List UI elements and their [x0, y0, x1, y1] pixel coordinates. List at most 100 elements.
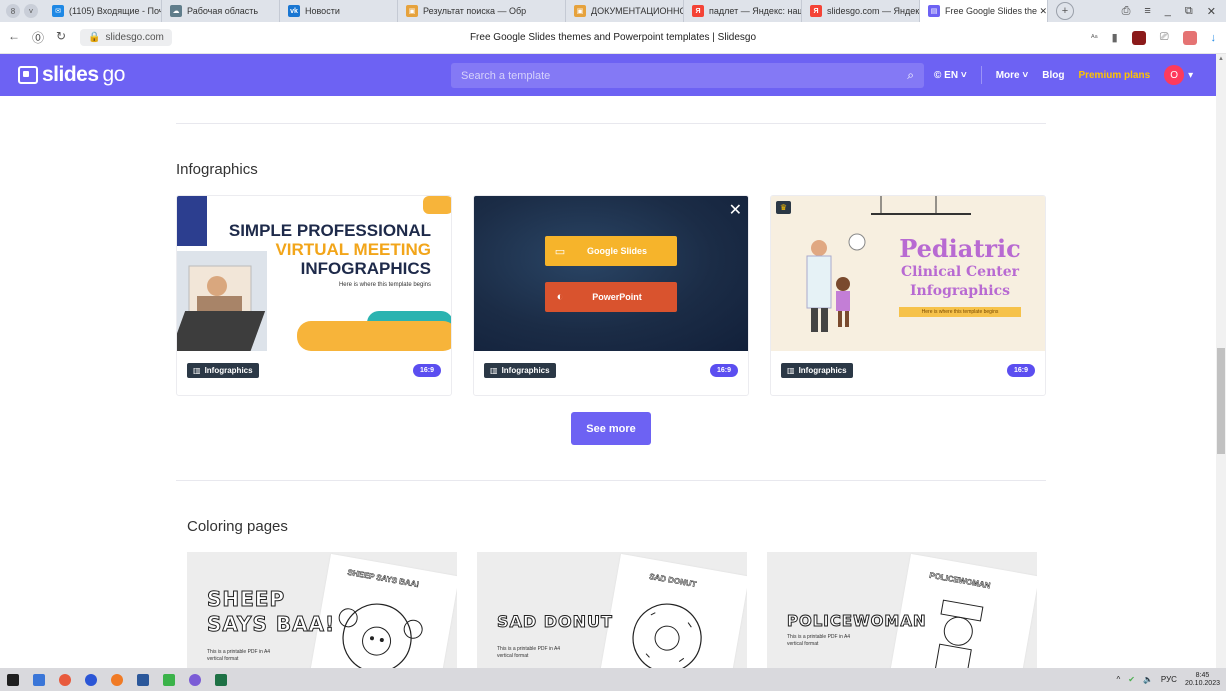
more-menu[interactable]: More ˅ [996, 70, 1029, 81]
url-text: slidesgo.com [105, 32, 164, 43]
category-badge[interactable]: ▥ Infographics [781, 363, 853, 378]
reload-icon[interactable]: ↻ [56, 29, 66, 46]
translate-icon[interactable]: ᴬᵃ [1091, 33, 1098, 42]
page-scrollbar[interactable]: ▲ [1216, 54, 1226, 668]
google-slides-button[interactable]: ▭ Google Slides [545, 236, 677, 266]
system-clock[interactable]: 8:45 20.10.2023 [1185, 672, 1220, 687]
language-selector[interactable]: © EN ˅ [934, 70, 967, 81]
browser-tab[interactable]: Япадлет — Яндекс: нашл [684, 0, 802, 22]
search-icon[interactable]: ⌕ [907, 68, 914, 83]
minimize-icon[interactable]: _ [1165, 5, 1171, 18]
extension-icon[interactable] [1131, 30, 1146, 45]
browser-tab[interactable]: ☁ Рабочая область [162, 0, 280, 22]
policewoman-drawing [932, 599, 984, 668]
chrome-icon [59, 673, 71, 686]
user-menu[interactable]: O ▾ [1164, 65, 1193, 85]
network-icon[interactable]: ✔ [1128, 675, 1135, 684]
coloring-page-preview [884, 553, 1037, 668]
thumb-title-line1: SIMPLE PROFESSIONAL [228, 221, 431, 240]
browser-tab[interactable]: ✉ (1105) Входящие - Почта [44, 0, 162, 22]
windows-icon [7, 673, 19, 686]
close-icon[interactable]: ✕ [729, 200, 742, 220]
back-icon[interactable]: ← [8, 29, 20, 46]
tab-manager-icon[interactable]: ⎙ [1122, 5, 1131, 18]
search-input[interactable]: Search a template ⌕ [451, 63, 924, 88]
category-badge[interactable]: ▥ Infographics [187, 363, 259, 378]
premium-plans-link[interactable]: Premium plans [1078, 70, 1150, 81]
taskbar-yandex-browser[interactable] [78, 668, 104, 691]
taskbar-app[interactable] [156, 668, 182, 691]
tab-favicon-icon: ✉ [52, 5, 64, 17]
new-tab-button[interactable]: + [1056, 2, 1074, 20]
close-icon[interactable]: ✕ [1207, 5, 1216, 18]
browser-menu-controls[interactable]: 8 ˅ [0, 0, 44, 22]
slidesgo-logo[interactable]: slides go [0, 63, 125, 87]
browser-tab[interactable]: Яslidesgo.com — Яндекс [802, 0, 920, 22]
reader-icon[interactable]: ⎚ [1160, 31, 1169, 44]
coloring-title-line1: POLICEWOMAN [787, 612, 927, 630]
thumb-title-line2: Clinical Center [900, 264, 1020, 280]
chart-icon: ▥ [193, 366, 201, 375]
browser-tab[interactable]: ▣ Результат поиска — Обр [398, 0, 566, 22]
ratio-badge: 16:9 [710, 364, 738, 377]
browser-tab[interactable]: ▣ ДОКУМЕНТАЦИОННОЕ [566, 0, 684, 22]
extension-icon[interactable] [1182, 30, 1197, 45]
taskbar-excel[interactable] [208, 668, 234, 691]
bookmark-icon[interactable]: ▮ [1112, 31, 1118, 44]
template-card[interactable]: ✕ ▭ Google Slides ◐ PowerPoint ▥ Infograp… [473, 195, 749, 396]
download-icon[interactable]: ↓ [1211, 32, 1217, 44]
taskbar-word[interactable] [130, 668, 156, 691]
coloring-card[interactable]: SHEEP SAYS BAA! SHEEP SAYS BAA! This is … [187, 552, 457, 668]
blog-link[interactable]: Blog [1042, 70, 1064, 81]
excel-icon [215, 673, 227, 686]
scrollbar-thumb[interactable] [1217, 348, 1225, 454]
chevron-down-icon: ▾ [1188, 69, 1194, 81]
template-thumbnail[interactable]: ♛ Pediatric Clinical Center Infographics… [771, 196, 1045, 351]
search-placeholder: Search a template [461, 69, 551, 82]
menu-icon[interactable]: ≡ [1144, 5, 1150, 18]
taskbar-explorer[interactable] [26, 668, 52, 691]
taskbar-viber[interactable] [182, 668, 208, 691]
see-more-button[interactable]: See more [571, 412, 651, 445]
chevron-down-icon[interactable]: ˅ [24, 4, 38, 18]
coloring-card[interactable]: SAD DONUT SAD DONUT This is a printable … [477, 552, 747, 668]
scroll-up-icon[interactable]: ▲ [1218, 56, 1224, 62]
url-field[interactable]: 🔒 slidesgo.com [80, 29, 172, 46]
template-card[interactable]: SIMPLE PROFESSIONAL VIRTUAL MEETING INFO… [176, 195, 452, 396]
template-card[interactable]: ♛ Pediatric Clinical Center Infographics… [770, 195, 1046, 396]
browser-tab[interactable]: vk Новости [280, 0, 398, 22]
tray-chevron-up-icon[interactable]: ^ [1116, 675, 1120, 684]
template-thumbnail[interactable]: SIMPLE PROFESSIONAL VIRTUAL MEETING INFO… [177, 196, 451, 351]
category-badge[interactable]: ▥ Infographics [484, 363, 556, 378]
logo-text-light: go [102, 63, 126, 86]
start-button[interactable] [0, 668, 26, 691]
taskbar-firefox[interactable] [104, 668, 130, 691]
more-label: More [995, 69, 1020, 81]
tab-label: slidesgo.com — Яндекс [827, 6, 920, 16]
tab-label: Free Google Slides the ✕ [945, 5, 1048, 16]
folder-icon [33, 673, 45, 686]
logo-text-bold: slides [42, 63, 99, 86]
volume-icon[interactable]: 🔈 [1143, 675, 1153, 684]
yandex-icon[interactable]: ⓪ [32, 29, 44, 46]
browser-tab[interactable]: ▤ Free Google Slides the ✕ [920, 0, 1048, 22]
template-thumbnail-hover[interactable]: ✕ ▭ Google Slides ◐ PowerPoint [474, 196, 748, 351]
badge-label: Infographics [501, 366, 550, 375]
card-footer: ▥ Infographics 16:9 [474, 351, 748, 395]
badge-label: Infographics [798, 366, 847, 375]
restore-icon[interactable]: ⧉ [1185, 5, 1193, 18]
powerpoint-button[interactable]: ◐ PowerPoint [545, 282, 677, 312]
chart-icon: ▥ [787, 366, 795, 375]
ratio-badge: 16:9 [1007, 364, 1035, 377]
language-label: EN [944, 69, 959, 81]
browser-profile-icon[interactable]: 8 [6, 4, 20, 18]
site-header: slides go Search a template ⌕ © EN ˅ More… [0, 54, 1216, 96]
coloring-description: This is a printable PDF in A4 vertical f… [497, 646, 561, 659]
taskbar-chrome[interactable] [52, 668, 78, 691]
powerpoint-icon: ◐ [556, 291, 564, 303]
clock-time: 8:45 [1195, 671, 1210, 679]
lock-icon: 🔒 [88, 32, 101, 43]
coloring-card[interactable]: POLICEWOMAN POLICEWOMAN This is a printa… [767, 552, 1037, 668]
input-language[interactable]: РУС [1161, 675, 1177, 684]
yandex-browser-icon [85, 673, 97, 686]
